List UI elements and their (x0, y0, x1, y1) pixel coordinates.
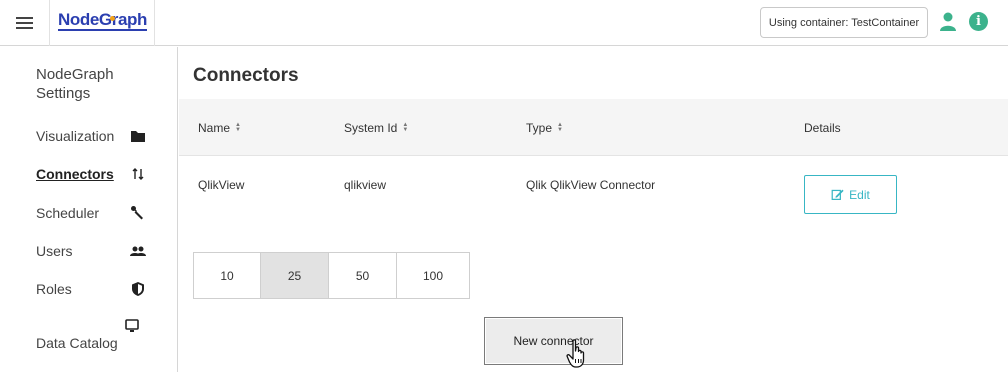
column-label: Details (804, 121, 841, 135)
page-size-option[interactable]: 10 (194, 253, 261, 298)
column-label: Name (198, 121, 231, 135)
sort-icon: ▲ ▼ (557, 122, 563, 133)
table-header: Name ▲ ▼ System Id ▲ ▼ Type ▲ ▼ Details (179, 99, 1008, 156)
sidebar: NodeGraph Settings Visualization Connect… (0, 47, 178, 372)
sidebar-item-visualization[interactable]: Visualization (36, 125, 146, 147)
cell-type: Qlik QlikView Connector (526, 178, 656, 192)
hand-cursor-icon (566, 339, 585, 368)
column-header-details: Details (804, 121, 841, 135)
wrench-icon (131, 206, 143, 220)
info-icon[interactable]: i (969, 12, 988, 31)
sort-icon: ▲ ▼ (235, 122, 241, 133)
menu-icon[interactable] (0, 0, 50, 46)
edit-icon (831, 189, 844, 200)
new-connector-button[interactable]: New connector (484, 317, 623, 365)
column-header-name[interactable]: Name ▲ ▼ (198, 121, 241, 135)
shield-icon (132, 282, 144, 296)
logo-dot-icon (110, 16, 115, 21)
sidebar-item-data-catalog[interactable]: Data Catalog (36, 332, 146, 354)
page-size-option[interactable]: 50 (329, 253, 397, 298)
logo[interactable]: NodeGraph (51, 0, 155, 46)
sidebar-item-label: Visualization (36, 128, 115, 144)
sidebar-title: NodeGraph Settings (36, 66, 114, 102)
edit-label: Edit (849, 187, 870, 202)
cell-system-id: qlikview (344, 178, 387, 192)
users-icon (130, 246, 146, 256)
logo-text: NodeGraph (58, 10, 147, 31)
page-size-option-selected[interactable]: 25 (261, 253, 329, 298)
page-size-selector: 10 25 50 100 (193, 252, 470, 299)
column-label: Type (526, 121, 553, 135)
user-icon[interactable] (939, 12, 957, 32)
sidebar-item-label: Data Catalog (36, 335, 118, 351)
column-label: System Id (344, 121, 398, 135)
page-size-option[interactable]: 100 (397, 253, 469, 298)
sidebar-item-label: Scheduler (36, 205, 100, 221)
sidebar-item-label: Roles (36, 281, 72, 297)
sidebar-item-users[interactable]: Users (36, 240, 146, 262)
sort-icon: ▲ ▼ (402, 122, 409, 133)
sidebar-item-connectors[interactable]: Connectors (36, 163, 146, 185)
cell-name: QlikView (198, 178, 245, 192)
top-bar: NodeGraph Using container: TestContainer… (0, 0, 1008, 46)
arrows-icon (132, 168, 144, 180)
sidebar-item-scheduler[interactable]: Scheduler (36, 202, 146, 224)
sidebar-item-label: Connectors (36, 166, 114, 182)
folder-icon (131, 131, 145, 142)
page-title: Connectors (193, 65, 299, 86)
edit-button[interactable]: Edit (804, 175, 897, 214)
column-header-type[interactable]: Type ▲ ▼ (526, 121, 563, 135)
column-header-system-id[interactable]: System Id ▲ ▼ (344, 121, 408, 135)
sidebar-item-roles[interactable]: Roles (36, 278, 146, 300)
sidebar-item-label: Users (36, 243, 73, 259)
container-button[interactable]: Using container: TestContainer (760, 7, 928, 38)
